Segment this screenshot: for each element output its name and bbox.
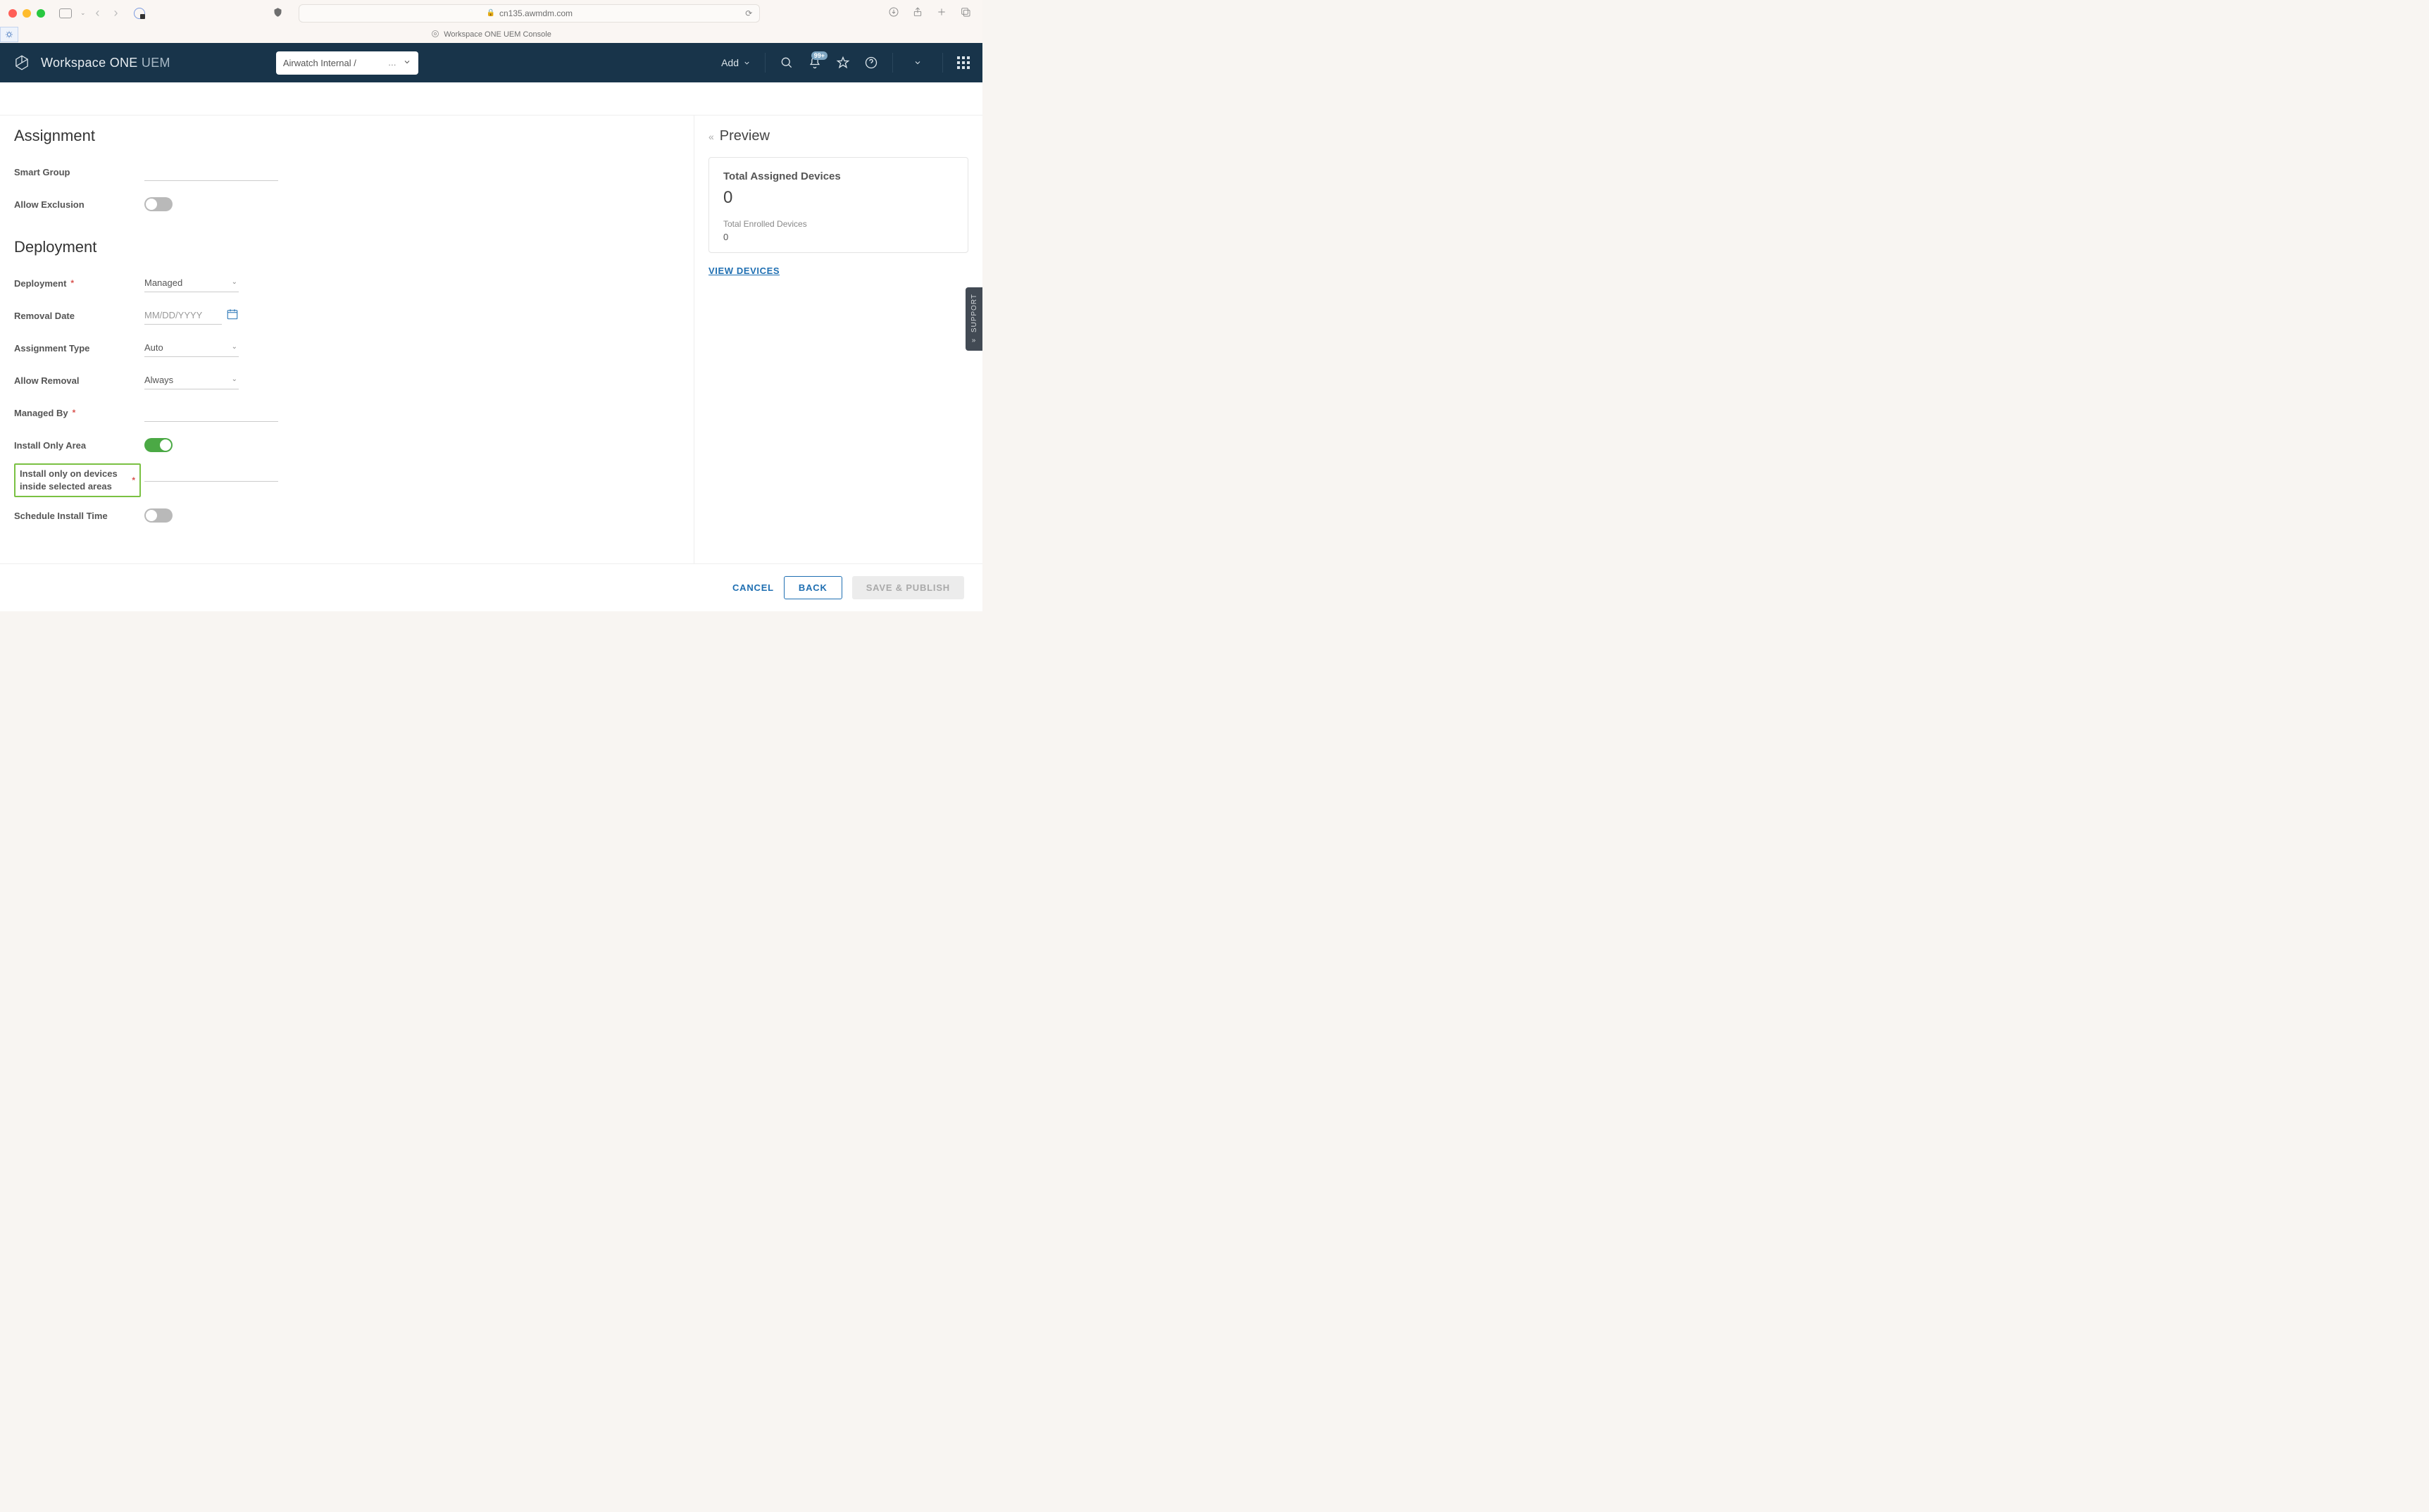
app-header: Workspace ONE UEM Airwatch Internal / … … — [0, 43, 982, 82]
preview-title: Preview — [720, 128, 770, 144]
nav-back-icon[interactable]: ‹ — [96, 6, 100, 20]
chevron-down-icon — [913, 58, 922, 67]
tab-overview-icon[interactable] — [960, 6, 971, 20]
star-icon[interactable] — [836, 56, 850, 70]
extension-icon[interactable] — [0, 27, 18, 42]
chevron-down-icon[interactable]: ⌄ — [80, 9, 86, 17]
chevron-down-icon — [743, 59, 751, 67]
preview-card: Total Assigned Devices 0 Total Enrolled … — [708, 157, 968, 253]
downloads-icon[interactable] — [888, 6, 899, 20]
org-picker-label: Airwatch Internal / — [283, 58, 356, 68]
divider — [765, 53, 766, 73]
section-deployment: Deployment — [14, 238, 680, 256]
browser-toolbar: ⌄ ‹ › 🔒 cn135.awmdm.com ⟳ — [0, 0, 982, 26]
ellipsis-icon: … — [388, 58, 397, 68]
section-assignment: Assignment — [14, 127, 680, 145]
preview-header: « Preview — [708, 128, 968, 144]
site-privacy-icon[interactable] — [134, 8, 145, 19]
card-value: 0 — [723, 188, 954, 208]
allow-removal-select[interactable]: ⌄ — [144, 371, 239, 389]
card-title: Total Assigned Devices — [723, 170, 954, 182]
divider — [942, 53, 943, 73]
divider — [892, 53, 893, 73]
user-menu[interactable] — [907, 58, 928, 67]
label-smart-group: Smart Group — [14, 167, 144, 177]
calendar-icon[interactable] — [226, 308, 239, 323]
share-icon[interactable] — [912, 6, 923, 20]
right-panel: « Preview Total Assigned Devices 0 Total… — [694, 115, 982, 563]
address-url: cn135.awmdm.com — [499, 8, 573, 18]
smart-group-input[interactable] — [144, 163, 278, 181]
tab-title[interactable]: Workspace ONE UEM Console — [444, 30, 551, 39]
nav-forward-icon: › — [114, 6, 118, 20]
collapse-icon[interactable]: « — [708, 131, 714, 142]
lock-icon: 🔒 — [487, 9, 495, 17]
bell-icon[interactable]: 99+ — [808, 56, 822, 70]
label-install-only-area: Install Only Area — [14, 440, 144, 451]
window-maximize[interactable] — [37, 9, 45, 18]
window-controls — [8, 9, 45, 18]
label-schedule-install: Schedule Install Time — [14, 511, 144, 521]
help-icon[interactable] — [864, 56, 878, 70]
reload-icon[interactable]: ⟳ — [745, 8, 752, 18]
label-assignment-type: Assignment Type — [14, 343, 144, 354]
add-menu[interactable]: Add — [721, 57, 751, 68]
window-minimize[interactable] — [23, 9, 31, 18]
browser-trail-icons — [888, 6, 974, 20]
gear-icon-small — [431, 30, 439, 40]
card-sub-value: 0 — [723, 232, 954, 242]
label-removal-date: Removal Date — [14, 311, 144, 321]
address-bar[interactable]: 🔒 cn135.awmdm.com ⟳ — [299, 4, 760, 23]
header-right: Add 99+ — [721, 53, 970, 73]
shield-icon[interactable] — [273, 7, 283, 20]
browser-tab-row: Workspace ONE UEM Console — [0, 26, 982, 43]
window-close[interactable] — [8, 9, 17, 18]
install-only-area-toggle[interactable] — [144, 438, 173, 452]
back-button[interactable]: BACK — [784, 576, 842, 599]
support-tab[interactable]: SUPPORT » — [966, 287, 982, 351]
highlighted-label: Install only on devices inside selected … — [14, 463, 141, 497]
removal-date-input[interactable] — [144, 306, 239, 325]
assignment-type-select[interactable]: ⌄ — [144, 339, 239, 357]
label-managed-by: Managed By* — [14, 408, 144, 418]
label-deployment: Deployment* — [14, 278, 144, 289]
schedule-install-toggle[interactable] — [144, 508, 173, 523]
new-tab-icon[interactable] — [936, 6, 947, 20]
org-picker[interactable]: Airwatch Internal / … — [276, 51, 418, 75]
search-icon[interactable] — [780, 56, 794, 70]
notification-badge: 99+ — [811, 51, 828, 60]
label-allow-exclusion: Allow Exclusion — [14, 199, 144, 210]
deployment-select[interactable]: ⌄ — [144, 274, 239, 292]
product-name: Workspace ONE UEM — [41, 56, 170, 70]
install-only-areas-input[interactable] — [144, 463, 278, 482]
chevron-double-icon: » — [972, 337, 977, 344]
apps-grid-icon[interactable] — [957, 56, 970, 69]
footer: CANCEL BACK SAVE & PUBLISH — [0, 563, 982, 611]
chevron-down-icon — [403, 58, 411, 68]
card-sub-label: Total Enrolled Devices — [723, 219, 954, 229]
label-allow-removal: Allow Removal — [14, 375, 144, 386]
sidebar-toggle-icon[interactable] — [59, 8, 72, 18]
content-area: Assignment Smart Group Allow Exclusion D… — [0, 82, 982, 563]
cancel-button[interactable]: CANCEL — [732, 582, 774, 593]
save-publish-button: SAVE & PUBLISH — [852, 576, 964, 599]
left-panel: Assignment Smart Group Allow Exclusion D… — [0, 115, 694, 563]
managed-by-input[interactable] — [144, 404, 278, 422]
allow-exclusion-toggle[interactable] — [144, 197, 173, 211]
product-logo-icon — [13, 54, 31, 72]
view-devices-link[interactable]: VIEW DEVICES — [708, 265, 780, 276]
